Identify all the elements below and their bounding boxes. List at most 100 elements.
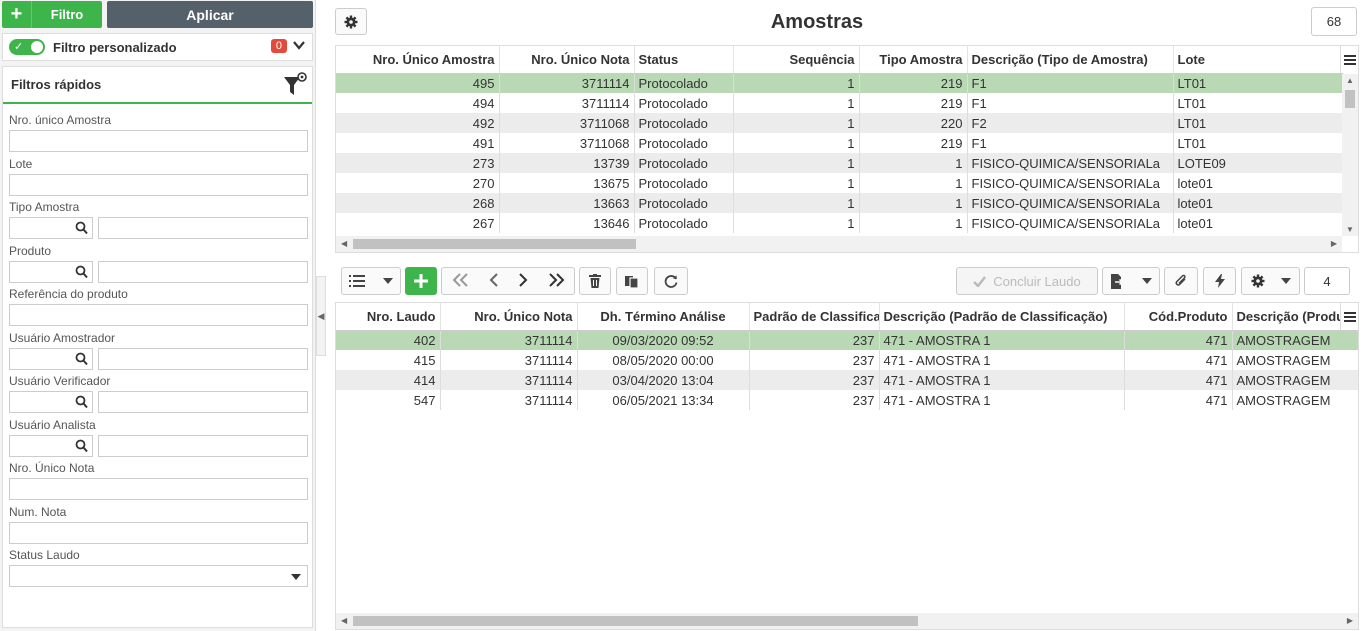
- search-icon[interactable]: [75, 221, 88, 235]
- custom-filter-toggle[interactable]: ✓: [9, 39, 45, 55]
- table-row[interactable]: 492 3711068 Protocolado 1 220 F2 LT01: [336, 113, 1343, 133]
- table-cell: F1: [967, 93, 1174, 113]
- table-row[interactable]: 495 3711114 Protocolado 1 219 F1 LT01: [336, 73, 1343, 93]
- col-header[interactable]: Tipo Amostra: [859, 46, 968, 74]
- col-header[interactable]: Sequência: [733, 46, 860, 74]
- table-cell: 220: [859, 113, 968, 133]
- refresh-button[interactable]: [654, 267, 688, 295]
- col-header[interactable]: Nro. Laudo: [336, 303, 441, 331]
- apply-button[interactable]: Aplicar: [107, 1, 313, 28]
- usuario-analista-code-input[interactable]: [9, 435, 93, 457]
- trash-icon: [589, 274, 601, 288]
- horizontal-scrollbar[interactable]: ◀ ▶: [336, 613, 1358, 629]
- chevron-down-icon[interactable]: [292, 38, 306, 55]
- table-cell: 1: [733, 113, 860, 133]
- actions-button[interactable]: [1203, 267, 1236, 295]
- field-label: Lote: [9, 157, 33, 171]
- search-icon[interactable]: [75, 439, 88, 453]
- search-icon[interactable]: [75, 395, 88, 409]
- vertical-scrollbar[interactable]: ▲ ▼: [1342, 74, 1358, 236]
- produto-code-input[interactable]: [9, 261, 93, 283]
- field-label: Nro. único Amostra: [9, 113, 112, 127]
- scroll-thumb[interactable]: [1345, 90, 1355, 108]
- col-header[interactable]: Nro. Único Nota: [499, 46, 635, 74]
- last-record-icon[interactable]: [547, 272, 565, 290]
- table-row[interactable]: 273 13739 Protocolado 1 1 FISICO-QUIMICA/SENS…: [336, 153, 1343, 173]
- nro-unico-nota-input[interactable]: [9, 478, 308, 500]
- usuario-amostrador-desc-input[interactable]: [98, 348, 308, 370]
- num-nota-input[interactable]: [9, 522, 308, 544]
- table-row[interactable]: 547 3711114 06/05/2021 13:34 237 471 - AMOST…: [336, 390, 1358, 410]
- scroll-thumb[interactable]: [353, 616, 918, 626]
- settings-button[interactable]: [335, 8, 367, 35]
- col-header[interactable]: Lote: [1173, 46, 1343, 74]
- attachment-button[interactable]: [1164, 267, 1198, 295]
- horizontal-scrollbar[interactable]: ◀ ▶: [336, 236, 1342, 252]
- table-cell: LT01: [1173, 113, 1343, 133]
- table-cell: AMOSTRAGEM: [1232, 330, 1358, 350]
- table-row[interactable]: 270 13675 Protocolado 1 1 FISICO-QUIMICA/SENS…: [336, 173, 1343, 193]
- usuario-amostrador-code-input[interactable]: [9, 348, 93, 370]
- table-row[interactable]: 491 3711068 Protocolado 1 219 F1 LT01: [336, 133, 1343, 153]
- col-header[interactable]: Padrão de Classificação: [749, 303, 880, 331]
- gear-icon: [1251, 274, 1264, 288]
- first-record-icon[interactable]: [452, 272, 470, 290]
- next-record-icon[interactable]: [518, 272, 528, 290]
- table-row[interactable]: 494 3711114 Protocolado 1 219 F1 LT01: [336, 93, 1343, 113]
- conclude-report-button[interactable]: Concluir Laudo: [956, 267, 1098, 295]
- filter-button[interactable]: + Filtro: [2, 1, 102, 28]
- usuario-verificador-code-input[interactable]: [9, 391, 93, 413]
- table-row[interactable]: 414 3711114 03/04/2020 13:04 237 471 - AMOST…: [336, 370, 1358, 390]
- search-icon[interactable]: [75, 265, 88, 279]
- caret-down-icon: [383, 278, 393, 284]
- table-cell: 13675: [499, 173, 635, 193]
- table-row[interactable]: 415 3711114 08/05/2020 00:00 237 471 - AMOST…: [336, 350, 1358, 370]
- search-icon[interactable]: [75, 352, 88, 366]
- view-mode-button[interactable]: [341, 267, 401, 295]
- custom-filter-row: ✓ Filtro personalizado 0: [2, 33, 313, 61]
- previous-record-icon[interactable]: [489, 272, 499, 290]
- collapse-panel-handle[interactable]: ◀: [316, 276, 326, 356]
- table-cell: 03/04/2020 13:04: [577, 370, 750, 390]
- status-laudo-select[interactable]: [9, 565, 308, 587]
- col-header[interactable]: Dh. Término Análise: [577, 303, 750, 331]
- filter-settings-icon[interactable]: [282, 71, 307, 97]
- paperclip-icon: [1175, 274, 1186, 286]
- table-cell: 237: [749, 350, 880, 370]
- table-cell: 3711114: [440, 350, 578, 370]
- col-header[interactable]: Cód.Produto: [1124, 303, 1233, 331]
- scroll-thumb[interactable]: [353, 239, 636, 249]
- table-cell: FISICO-QUIMICA/SENSORIALa: [967, 153, 1174, 173]
- table-cell: LT01: [1173, 93, 1343, 113]
- usuario-verificador-desc-input[interactable]: [98, 391, 308, 413]
- detail-record-count: 4: [1304, 267, 1350, 295]
- col-header[interactable]: Status: [634, 46, 734, 74]
- produto-desc-input[interactable]: [98, 261, 308, 283]
- tipo-amostra-desc-input[interactable]: [98, 217, 308, 239]
- filter-lote: Lote: [9, 157, 308, 196]
- add-button[interactable]: [405, 267, 437, 295]
- column-menu-icon[interactable]: [1340, 303, 1358, 330]
- page-title: Amostras: [770, 11, 864, 33]
- tipo-amostra-code-input[interactable]: [9, 217, 93, 239]
- nro-unico-amostra-input[interactable]: [9, 130, 308, 152]
- lote-input[interactable]: [9, 174, 308, 196]
- table-row[interactable]: 267 13646 Protocolado 1 1 FISICO-QUIMICA/SENS…: [336, 213, 1343, 233]
- table-cell: 219: [859, 133, 968, 153]
- table-cell: 3711114: [440, 370, 578, 390]
- table-cell: 1: [859, 173, 968, 193]
- table-row[interactable]: 268 13663 Protocolado 1 1 FISICO-QUIMICA/SENS…: [336, 193, 1343, 213]
- caret-down-icon: [1142, 278, 1152, 284]
- col-header[interactable]: Descrição (Padrão de Classificação): [879, 303, 1125, 331]
- col-header[interactable]: Descrição (Tipo de Amostra): [967, 46, 1174, 74]
- col-header[interactable]: Nro. Único Amostra: [336, 46, 500, 74]
- delete-button[interactable]: [579, 267, 611, 295]
- grid-settings-button[interactable]: [1241, 267, 1300, 295]
- column-menu-icon[interactable]: [1340, 46, 1358, 73]
- referencia-produto-input[interactable]: [9, 304, 308, 326]
- duplicate-button[interactable]: [616, 267, 648, 295]
- table-row[interactable]: 402 3711114 09/03/2020 09:52 237 471 - AMOST…: [336, 330, 1358, 350]
- col-header[interactable]: Nro. Único Nota: [440, 303, 578, 331]
- usuario-analista-desc-input[interactable]: [98, 435, 308, 457]
- export-button[interactable]: [1102, 267, 1160, 295]
